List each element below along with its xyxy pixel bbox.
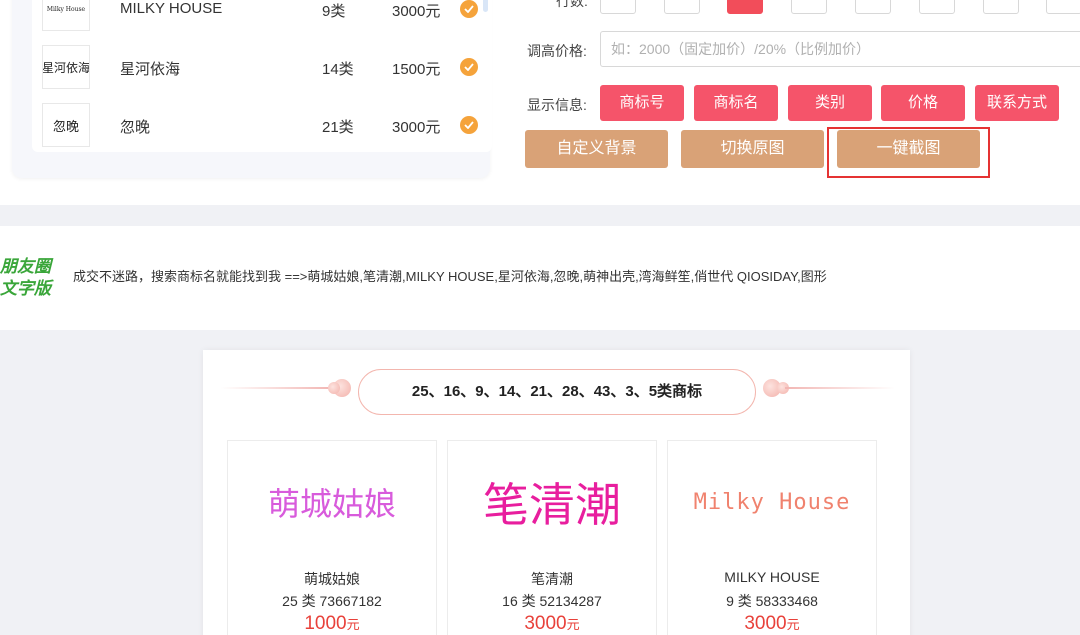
check-icon[interactable] <box>460 58 478 76</box>
trademark-name: 忽晚 <box>120 119 151 136</box>
price-unit: 元 <box>346 617 360 632</box>
check-icon[interactable] <box>460 116 478 134</box>
moments-text-section: 朋友圈 文字版 成交不迷路，搜索商标名就能找到我 ==>萌城姑娘,笔清潮,MIL… <box>0 226 1080 330</box>
moments-title-line: 文字版 <box>0 279 51 298</box>
price-adjust-label: 调高价格: <box>527 43 587 59</box>
rows-option[interactable] <box>855 0 891 14</box>
trademark-class-number: 25 类 73667182 <box>282 593 382 609</box>
price-value: 1000 <box>304 613 347 634</box>
trademark-price: 1000元 <box>228 613 436 635</box>
trademark-price: 3000元 <box>392 119 441 136</box>
trademark-name: 萌城姑娘 <box>304 571 360 587</box>
logo-text: Milky House <box>693 489 851 515</box>
toggle-trademark-name-button[interactable]: 商标名 <box>694 85 778 121</box>
trademark-card[interactable]: 笔清潮 笔清潮 16 类 52134287 3000元 <box>447 440 657 635</box>
price-unit: 元 <box>786 617 800 632</box>
trademark-card[interactable]: Milky House MILKY HOUSE 9 类 58333468 300… <box>667 440 877 635</box>
trademark-price: 3000元 <box>668 613 876 635</box>
logo-text: 星河依海 <box>42 60 90 75</box>
trademark-logo: 萌城姑娘 <box>228 471 436 533</box>
trademark-name: MILKY HOUSE <box>120 0 223 17</box>
trademark-poster: 25、16、9、14、21、28、43、3、5类商标 萌城姑娘 萌城姑娘 25 … <box>203 350 910 635</box>
price-unit: 元 <box>566 617 580 632</box>
rows-option[interactable] <box>983 0 1019 14</box>
trademark-price: 1500元 <box>392 61 441 78</box>
toggle-price-button[interactable]: 价格 <box>881 85 965 121</box>
rows-option[interactable] <box>664 0 700 14</box>
trademark-name: MILKY HOUSE <box>724 569 820 585</box>
trademark-logo-thumb: 星河依海 <box>42 45 90 89</box>
logo-text: 萌城姑娘 <box>267 485 396 523</box>
custom-background-button[interactable]: 自定义背景 <box>525 130 668 168</box>
rows-option[interactable] <box>919 0 955 14</box>
decor-dot <box>328 382 340 394</box>
moments-copy-text[interactable]: 成交不迷路，搜索商标名就能找到我 ==>萌城姑娘,笔清潮,MILKY HOUSE… <box>73 266 827 285</box>
logo-text: 笔清潮 <box>483 478 621 532</box>
moments-title: 朋友圈 文字版 <box>0 256 64 300</box>
rows-option[interactable] <box>791 0 827 14</box>
trademark-class-number: 16 类 52134287 <box>502 593 602 609</box>
trademark-price: 3000元 <box>392 3 441 20</box>
highlight-frame <box>827 127 990 178</box>
decor-line-left <box>221 387 331 389</box>
rows-label: 行数: <box>556 0 588 9</box>
toggle-trademark-number-button[interactable]: 商标号 <box>600 85 684 121</box>
list-item[interactable]: Milky House MILKY HOUSE 9类 3000元 <box>32 0 492 34</box>
list-item[interactable]: 星河依海 星河依海 14类 1500元 <box>32 42 492 92</box>
trademark-price: 3000元 <box>448 613 656 635</box>
top-panel: Milky House MILKY HOUSE 9类 3000元 星河依海 星河… <box>0 0 1080 205</box>
trademark-list-card: Milky House MILKY HOUSE 9类 3000元 星河依海 星河… <box>12 0 492 178</box>
switch-original-button[interactable]: 切换原图 <box>681 130 824 168</box>
trademark-logo-thumb: Milky House <box>42 0 90 31</box>
price-value: 3000 <box>524 613 567 634</box>
display-info-label: 显示信息: <box>527 97 587 113</box>
poster-header: 25、16、9、14、21、28、43、3、5类商标 <box>358 369 756 415</box>
rows-option-selected[interactable] <box>727 0 763 14</box>
price-adjust-input[interactable]: 如：2000（固定加价）/20%（比例加价） <box>600 31 1080 67</box>
trademark-name: 星河依海 <box>120 61 181 78</box>
trademark-class: 21类 <box>322 119 354 136</box>
rows-option[interactable] <box>1046 0 1080 14</box>
list-item[interactable]: 忽晚 忽晚 21类 3000元 <box>32 100 492 150</box>
logo-text: Milky House <box>46 5 86 13</box>
toggle-class-button[interactable]: 类别 <box>788 85 872 121</box>
toggle-contact-button[interactable]: 联系方式 <box>975 85 1059 121</box>
moments-title-line: 朋友圈 <box>0 257 51 276</box>
price-value: 3000 <box>744 613 787 634</box>
rows-option[interactable] <box>600 0 636 14</box>
trademark-list[interactable]: Milky House MILKY HOUSE 9类 3000元 星河依海 星河… <box>32 0 492 152</box>
trademark-logo: 笔清潮 <box>448 471 656 533</box>
trademark-class-number: 9 类 58333468 <box>726 593 818 609</box>
trademark-name: 笔清潮 <box>531 571 573 587</box>
trademark-class: 14类 <box>322 61 354 78</box>
trademark-class: 9类 <box>322 3 346 20</box>
trademark-card[interactable]: 萌城姑娘 萌城姑娘 25 类 73667182 1000元 <box>227 440 437 635</box>
decor-line-right <box>785 387 895 389</box>
logo-text: 忽晚 <box>52 119 79 135</box>
trademark-logo: Milky House <box>668 471 876 533</box>
check-icon[interactable] <box>460 0 478 18</box>
trademark-logo-thumb: 忽晚 <box>42 103 90 147</box>
